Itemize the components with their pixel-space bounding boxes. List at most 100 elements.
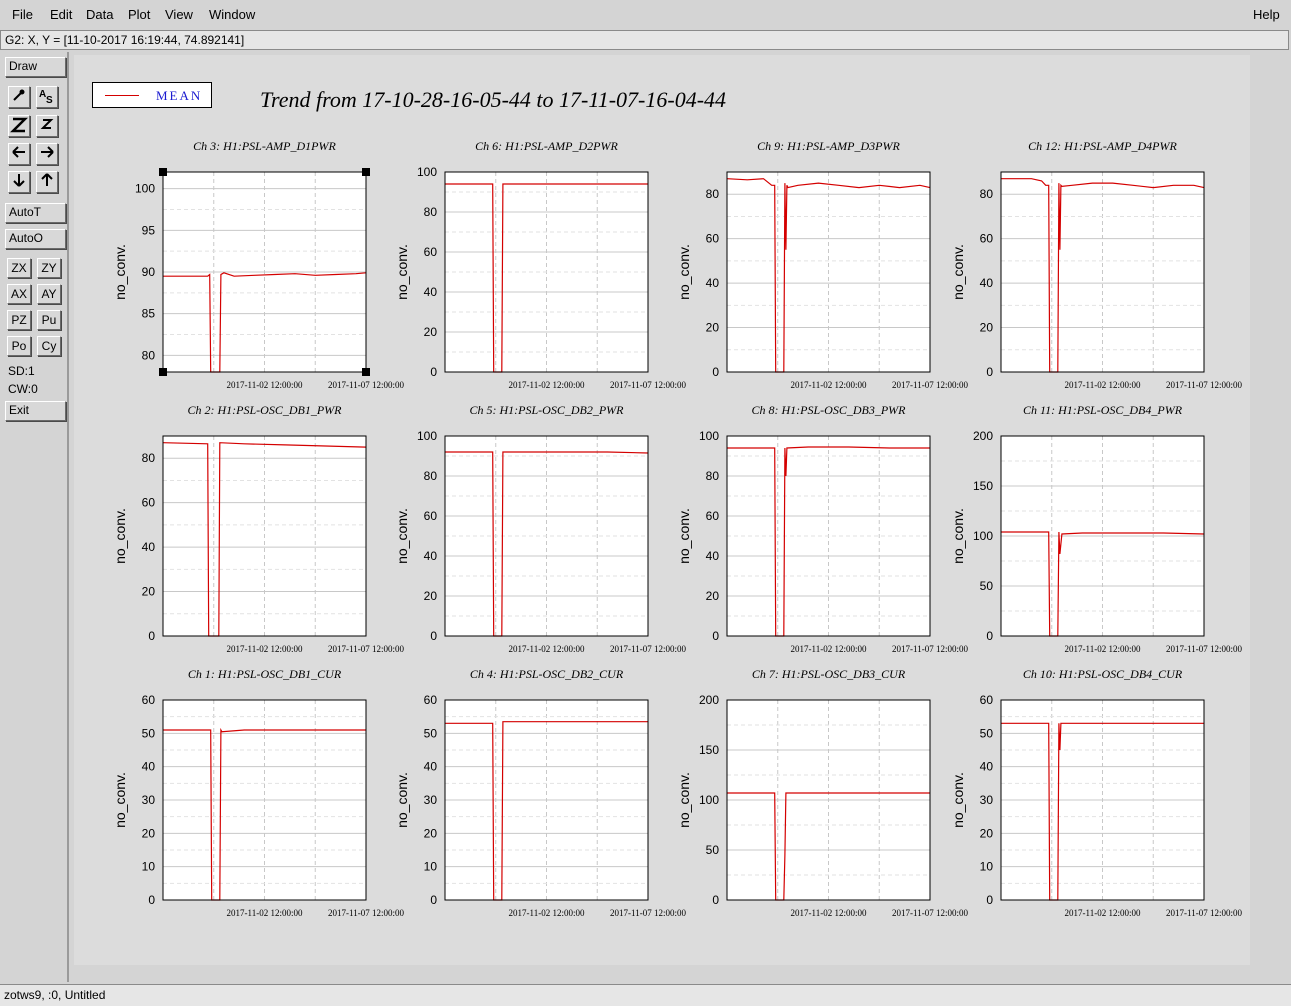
x-tick-label: 2017-11-02 12:00:00 xyxy=(1065,380,1141,390)
y-tick-label: 50 xyxy=(142,726,156,740)
y-tick-label: 60 xyxy=(980,232,994,246)
chart-title: Ch 1: H1:PSL-OSC_DB1_CUR xyxy=(188,667,342,681)
arrow-left-icon[interactable] xyxy=(8,143,30,165)
y-tick-label: 80 xyxy=(142,348,156,362)
chart-1: Ch 3: H1:PSL-AMP_D1PWR 80 85 90 95 100 2017-11… xyxy=(112,139,404,390)
menu-window[interactable]: Window xyxy=(209,7,255,22)
y-axis-label: no_conv. xyxy=(112,244,128,300)
y-axis-label: no_conv. xyxy=(112,772,128,828)
selection-handle xyxy=(159,168,167,176)
y-tick-label: 0 xyxy=(430,893,437,907)
y-tick-label: 80 xyxy=(980,187,994,201)
chart-9: Ch 1: H1:PSL-OSC_DB1_CUR 0 10 20 30 40 50 60 201… xyxy=(112,667,404,918)
y-axis-label: no_conv. xyxy=(394,772,410,828)
menu-file[interactable]: File xyxy=(12,7,33,22)
y-tick-label: 30 xyxy=(424,793,438,807)
cy-button[interactable]: Cy xyxy=(37,336,61,356)
svg-text:S: S xyxy=(46,95,53,105)
menu-plot[interactable]: Plot xyxy=(128,7,150,22)
arrow-down-icon[interactable] xyxy=(8,171,30,193)
zx-button[interactable]: ZX xyxy=(7,258,31,278)
chart-11: Ch 7: H1:PSL-OSC_DB3_CUR 0 50 100 150 200 2017… xyxy=(676,667,968,918)
y-tick-label: 60 xyxy=(142,693,156,707)
plots-svg: Ch 3: H1:PSL-AMP_D1PWR808590951002017-11… xyxy=(112,139,1242,918)
chart-title: Ch 7: H1:PSL-OSC_DB3_CUR xyxy=(752,667,906,681)
menu-data[interactable]: Data xyxy=(86,7,113,22)
y-axis-label: no_conv. xyxy=(676,244,692,300)
arrow-up-icon[interactable] xyxy=(36,171,58,193)
chart-3: Ch 9: H1:PSL-AMP_D3PWR 0 20 40 60 80 2017-11-0… xyxy=(676,139,968,390)
menu-edit[interactable]: Edit xyxy=(50,7,72,22)
y-tick-label: 60 xyxy=(424,693,438,707)
y-axis-label: no_conv. xyxy=(676,772,692,828)
y-tick-label: 40 xyxy=(142,760,156,774)
x-tick-label: 2017-11-02 12:00:00 xyxy=(1065,644,1141,654)
pick-tool-icon[interactable] xyxy=(8,86,30,108)
x-tick-label: 2017-11-07 12:00:00 xyxy=(892,908,968,918)
auto-t-button[interactable]: AutoT xyxy=(5,203,66,223)
y-tick-label: 40 xyxy=(706,549,720,563)
y-tick-label: 50 xyxy=(424,726,438,740)
zy-button[interactable]: ZY xyxy=(37,258,61,278)
y-tick-label: 20 xyxy=(424,589,438,603)
auto-o-button[interactable]: AutoO xyxy=(5,229,66,249)
y-axis-label: no_conv. xyxy=(950,244,966,300)
legend-box: MEAN xyxy=(92,82,212,108)
y-tick-label: 20 xyxy=(424,826,438,840)
plot-canvas[interactable]: Ch 3: H1:PSL-AMP_D1PWR 80 85 90 95 100 2017-11… xyxy=(74,55,1250,965)
arrow-right-icon[interactable] xyxy=(36,143,58,165)
text-size-icon[interactable]: AS xyxy=(36,86,58,108)
pz-button[interactable]: PZ xyxy=(7,310,31,330)
chart-title: Ch 3: H1:PSL-AMP_D1PWR xyxy=(193,139,336,153)
menu-help[interactable]: Help xyxy=(1253,7,1280,22)
selection-handle xyxy=(159,368,167,376)
chart-title: Ch 10: H1:PSL-OSC_DB4_CUR xyxy=(1023,667,1183,681)
x-tick-label: 2017-11-07 12:00:00 xyxy=(1166,380,1242,390)
menu-view[interactable]: View xyxy=(165,7,193,22)
ay-button[interactable]: AY xyxy=(37,284,61,304)
x-tick-label: 2017-11-02 12:00:00 xyxy=(509,644,585,654)
chart-12: Ch 10: H1:PSL-OSC_DB4_CUR 0 10 20 30 40 50 60 20… xyxy=(950,667,1242,918)
chart-4: Ch 12: H1:PSL-AMP_D4PWR 0 20 40 60 80 2017-11-… xyxy=(950,139,1242,390)
zoom-in-icon[interactable] xyxy=(36,115,58,137)
x-tick-label: 2017-11-02 12:00:00 xyxy=(791,380,867,390)
chart-10: Ch 4: H1:PSL-OSC_DB2_CUR 0 10 20 30 40 50 60 201… xyxy=(394,667,686,918)
chart-7: Ch 8: H1:PSL-OSC_DB3_PWR 0 20 40 60 80 100 2017… xyxy=(676,403,968,654)
po-button[interactable]: Po xyxy=(7,336,31,356)
status-text: zotws9, :0, Untitled xyxy=(4,988,106,1002)
x-tick-label: 2017-11-02 12:00:00 xyxy=(791,644,867,654)
y-tick-label: 90 xyxy=(142,265,156,279)
chart-title: Ch 4: H1:PSL-OSC_DB2_CUR xyxy=(470,667,624,681)
x-tick-label: 2017-11-07 12:00:00 xyxy=(610,380,686,390)
y-tick-label: 100 xyxy=(699,793,719,807)
y-tick-label: 40 xyxy=(706,276,720,290)
x-tick-label: 2017-11-07 12:00:00 xyxy=(892,644,968,654)
y-tick-label: 10 xyxy=(980,860,994,874)
x-tick-label: 2017-11-02 12:00:00 xyxy=(791,908,867,918)
y-tick-label: 60 xyxy=(424,245,438,259)
x-tick-label: 2017-11-07 12:00:00 xyxy=(328,644,404,654)
x-tick-label: 2017-11-02 12:00:00 xyxy=(227,380,303,390)
draw-button[interactable]: Draw xyxy=(5,57,66,77)
y-tick-label: 85 xyxy=(142,307,156,321)
y-tick-label: 50 xyxy=(980,726,994,740)
chart-5: Ch 2: H1:PSL-OSC_DB1_PWR 0 20 40 60 80 2017-11… xyxy=(112,403,404,654)
y-tick-label: 0 xyxy=(148,893,155,907)
y-tick-label: 0 xyxy=(712,893,719,907)
pu-button[interactable]: Pu xyxy=(37,310,61,330)
y-tick-label: 30 xyxy=(980,793,994,807)
chart-title: Ch 9: H1:PSL-AMP_D3PWR xyxy=(757,139,900,153)
ax-button[interactable]: AX xyxy=(7,284,31,304)
zoom-out-icon[interactable] xyxy=(8,115,30,137)
exit-button[interactable]: Exit xyxy=(5,401,66,421)
x-tick-label: 2017-11-02 12:00:00 xyxy=(227,908,303,918)
y-tick-label: 60 xyxy=(424,509,438,523)
chart-title: Ch 8: H1:PSL-OSC_DB3_PWR xyxy=(752,403,907,417)
y-tick-label: 60 xyxy=(706,232,720,246)
y-axis-label: no_conv. xyxy=(394,244,410,300)
y-tick-label: 40 xyxy=(142,540,156,554)
y-tick-label: 0 xyxy=(986,629,993,643)
y-tick-label: 200 xyxy=(699,693,719,707)
x-tick-label: 2017-11-02 12:00:00 xyxy=(509,908,585,918)
y-axis-label: no_conv. xyxy=(676,508,692,564)
